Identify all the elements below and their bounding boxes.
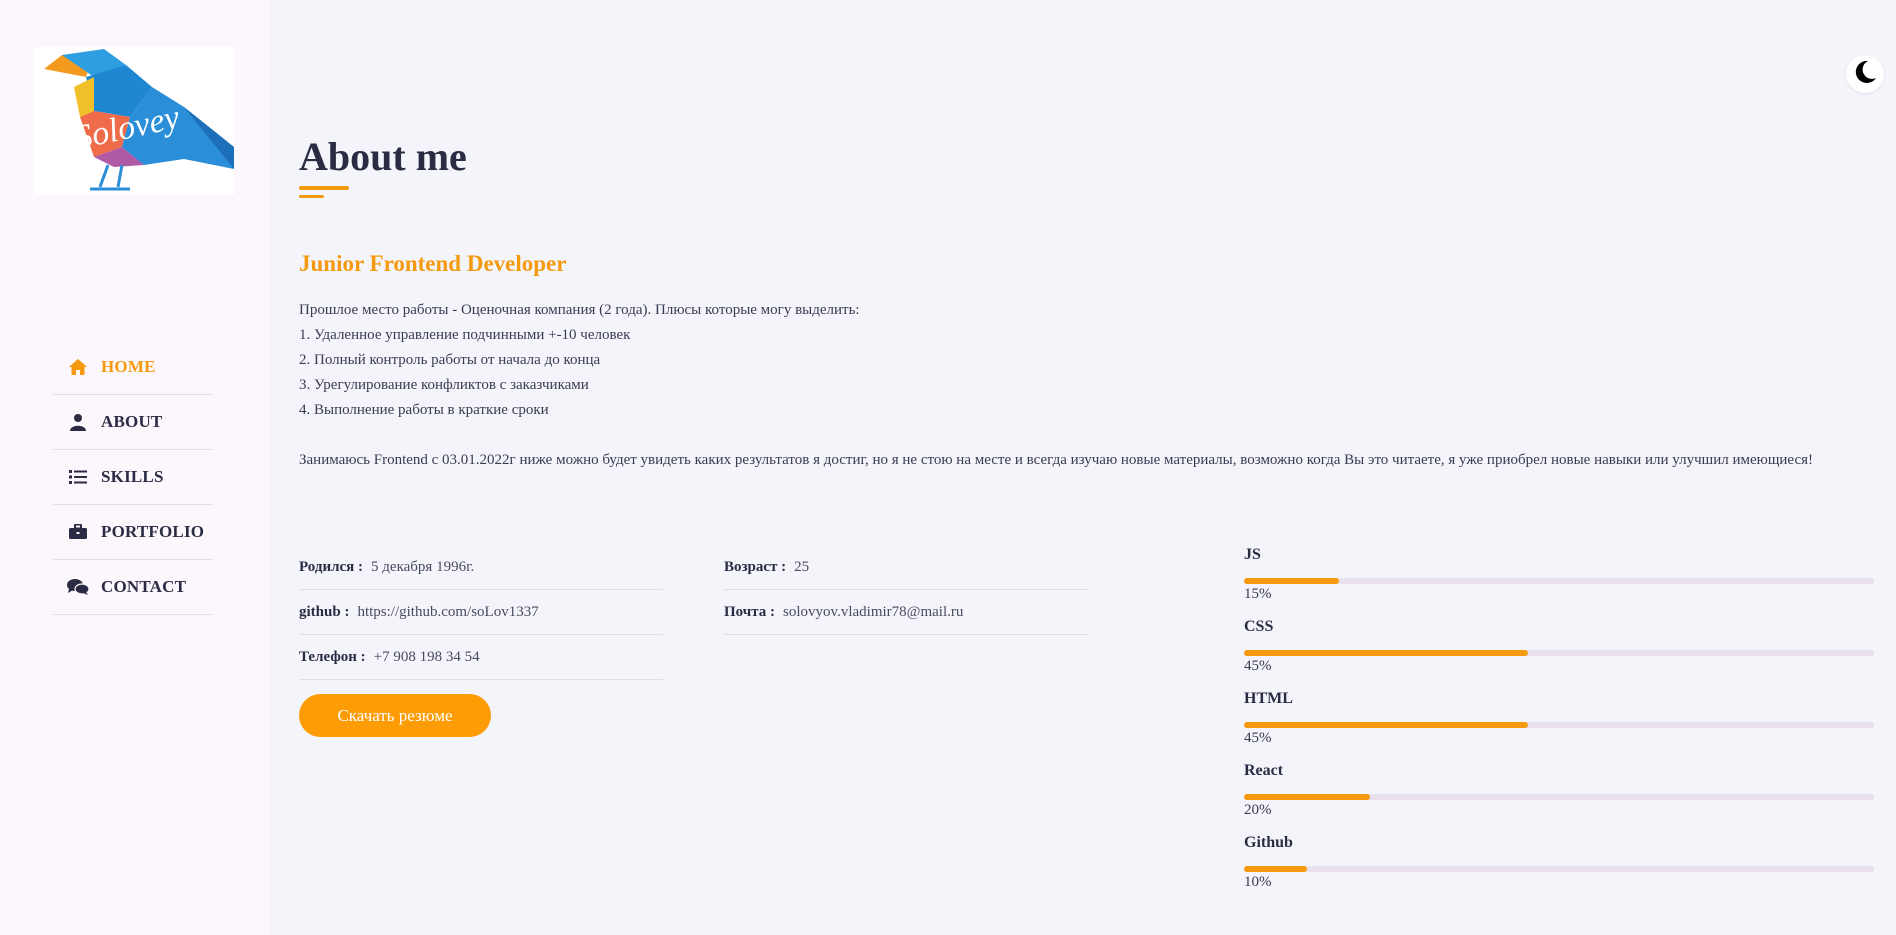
briefcase-icon — [67, 521, 89, 543]
main-content: About me Junior Frontend Developer Прошл… — [299, 0, 1879, 935]
skill-name: React — [1244, 762, 1284, 779]
skill-progress-fill — [1244, 722, 1528, 728]
comments-icon — [67, 576, 89, 598]
skill-progress-track — [1244, 650, 1874, 656]
email-link[interactable]: solovyov.vladimir78@mail.ru — [783, 604, 963, 621]
info-row-age: Возраст : 25 — [724, 545, 1088, 590]
github-link[interactable]: https://github.com/soLov1337 — [357, 604, 538, 621]
info-row-birth: Родился : 5 декабря 1996г. — [299, 545, 663, 590]
nav-label-contact: CONTACT — [101, 577, 187, 596]
skill-progress-track — [1244, 578, 1874, 584]
nav-label-home: HOME — [101, 357, 156, 376]
skill-percent: 20% — [1244, 802, 1272, 818]
info-value: 25 — [794, 558, 810, 575]
page-title: About me — [299, 134, 467, 179]
skill-progress-fill — [1244, 866, 1307, 872]
nav-menu: HOME ABOUT SKILLS PORTFOLIO CONTACT — [53, 340, 213, 615]
desc-paragraph: Занимаюсь Frontend с 03.01.2022г ниже мо… — [299, 452, 1814, 468]
info-row-github: github : https://github.com/soLov1337 — [299, 590, 663, 635]
skill-progress-track — [1244, 794, 1874, 800]
desc-line: 1. Удаленное управление подчинными +-10 … — [299, 327, 631, 343]
nav-label-skills: SKILLS — [101, 467, 164, 486]
info-value: +7 908 198 34 54 — [373, 648, 480, 665]
desc-line: 3. Урегулирование конфликтов с заказчика… — [299, 377, 589, 393]
skill-percent: 45% — [1244, 658, 1272, 674]
sidebar: Solovey HOME ABOUT SKILLS PORTFOLIO CONT… — [0, 0, 270, 935]
title-underline-short — [299, 195, 324, 198]
skill-react: React 20% — [1244, 762, 1874, 834]
skill-progress-fill — [1244, 794, 1370, 800]
nav-item-about[interactable]: ABOUT — [53, 395, 213, 450]
nav-item-home[interactable]: HOME — [53, 340, 213, 395]
desc-line: Прошлое место работы - Оценочная компани… — [299, 302, 860, 318]
skill-html: HTML 45% — [1244, 690, 1874, 762]
bird-logo-icon: Solovey — [44, 49, 234, 191]
home-icon — [67, 356, 89, 378]
job-title: Junior Frontend Developer — [299, 251, 567, 276]
skill-css: CSS 45% — [1244, 618, 1874, 690]
skill-js: JS 15% — [1244, 546, 1874, 618]
info-row-phone: Телефон : +7 908 198 34 54 — [299, 635, 663, 680]
skill-progress-track — [1244, 866, 1874, 872]
download-cv-button[interactable]: Скачать резюме — [299, 694, 491, 737]
nav-item-contact[interactable]: CONTACT — [53, 560, 213, 615]
skill-progress-fill — [1244, 578, 1339, 584]
info-key: github : — [299, 603, 350, 620]
skill-name: CSS — [1244, 618, 1274, 635]
list-icon — [67, 466, 89, 488]
skill-percent: 45% — [1244, 730, 1272, 746]
skill-name: HTML — [1244, 690, 1293, 707]
info-key: Возраст : — [724, 558, 787, 575]
nav-label-about: ABOUT — [101, 412, 163, 431]
info-column-left: Родился : 5 декабря 1996г. github : http… — [299, 545, 663, 680]
skill-progress-fill — [1244, 650, 1528, 656]
info-key: Телефон : — [299, 648, 366, 665]
nav-item-portfolio[interactable]: PORTFOLIO — [53, 505, 213, 560]
info-row-email: Почта : solovyov.vladimir78@mail.ru — [724, 590, 1088, 635]
nav-item-skills[interactable]: SKILLS — [53, 450, 213, 505]
title-underline — [299, 186, 349, 190]
about-description: Прошлое место работы - Оценочная компани… — [299, 298, 1859, 473]
skills-list: JS 15% CSS 45% HTML 45% React 20% Github… — [1244, 546, 1874, 906]
desc-line: 4. Выполнение работы в краткие сроки — [299, 402, 549, 418]
info-value: 5 декабря 1996г. — [371, 558, 475, 575]
user-icon — [67, 411, 89, 433]
info-key: Родился : — [299, 558, 364, 575]
skill-name: Github — [1244, 834, 1293, 851]
skill-name: JS — [1244, 546, 1261, 563]
skill-progress-track — [1244, 722, 1874, 728]
nav-label-portfolio: PORTFOLIO — [101, 522, 205, 541]
logo[interactable]: Solovey — [34, 47, 234, 195]
info-key: Почта : — [724, 603, 776, 620]
skill-percent: 10% — [1244, 874, 1272, 890]
desc-line: 2. Полный контроль работы от начала до к… — [299, 352, 601, 368]
skill-percent: 15% — [1244, 586, 1272, 602]
info-column-right: Возраст : 25 Почта : solovyov.vladimir78… — [724, 545, 1088, 635]
skill-github: Github 10% — [1244, 834, 1874, 906]
